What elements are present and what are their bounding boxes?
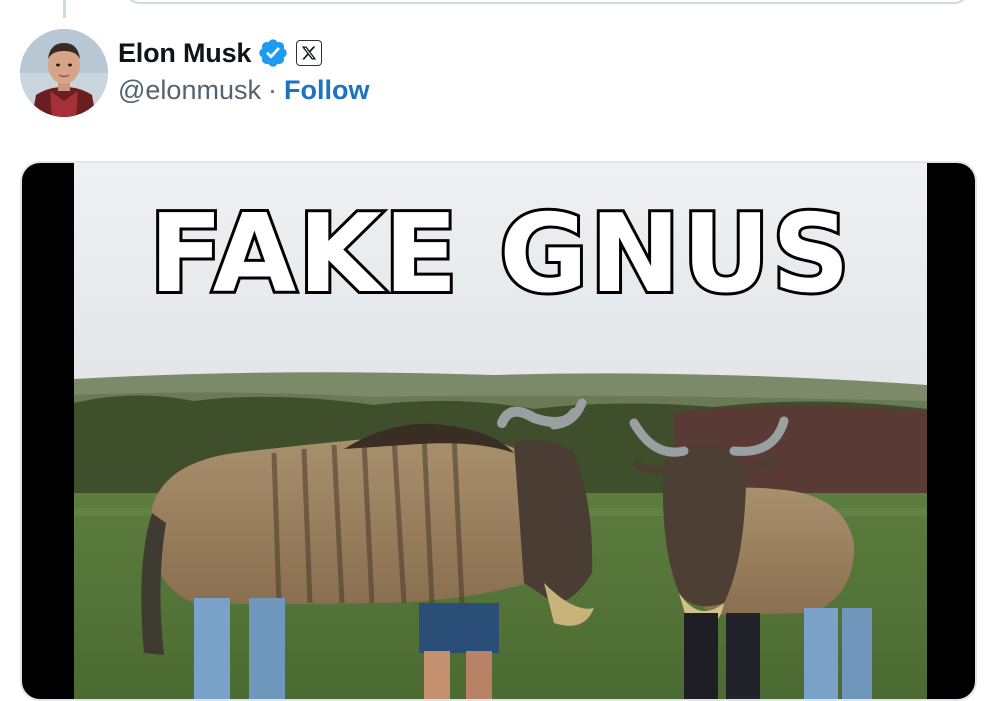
- verified-check-icon[interactable]: [257, 37, 289, 69]
- author-display-name[interactable]: Elon Musk: [118, 38, 251, 69]
- follow-button[interactable]: Follow: [284, 75, 369, 106]
- x-logo-icon[interactable]: [296, 40, 323, 66]
- meme-photo: FAKE GNUS: [74, 163, 927, 699]
- previous-quote-card-edge: [124, 0, 970, 4]
- dot-separator: ·: [267, 75, 277, 105]
- tweet-media[interactable]: FAKE GNUS: [20, 161, 977, 701]
- author-name-row: Elon Musk: [118, 34, 369, 72]
- tweet-author-block: Elon Musk @elonmusk · Follow: [118, 34, 369, 115]
- author-handle-row: @elonmusk · Follow: [118, 75, 369, 115]
- author-handle[interactable]: @elonmusk: [118, 75, 261, 106]
- avatar[interactable]: [20, 29, 108, 117]
- meme-caption-text: FAKE GNUS: [146, 192, 853, 317]
- thread-connector-line: [63, 0, 66, 18]
